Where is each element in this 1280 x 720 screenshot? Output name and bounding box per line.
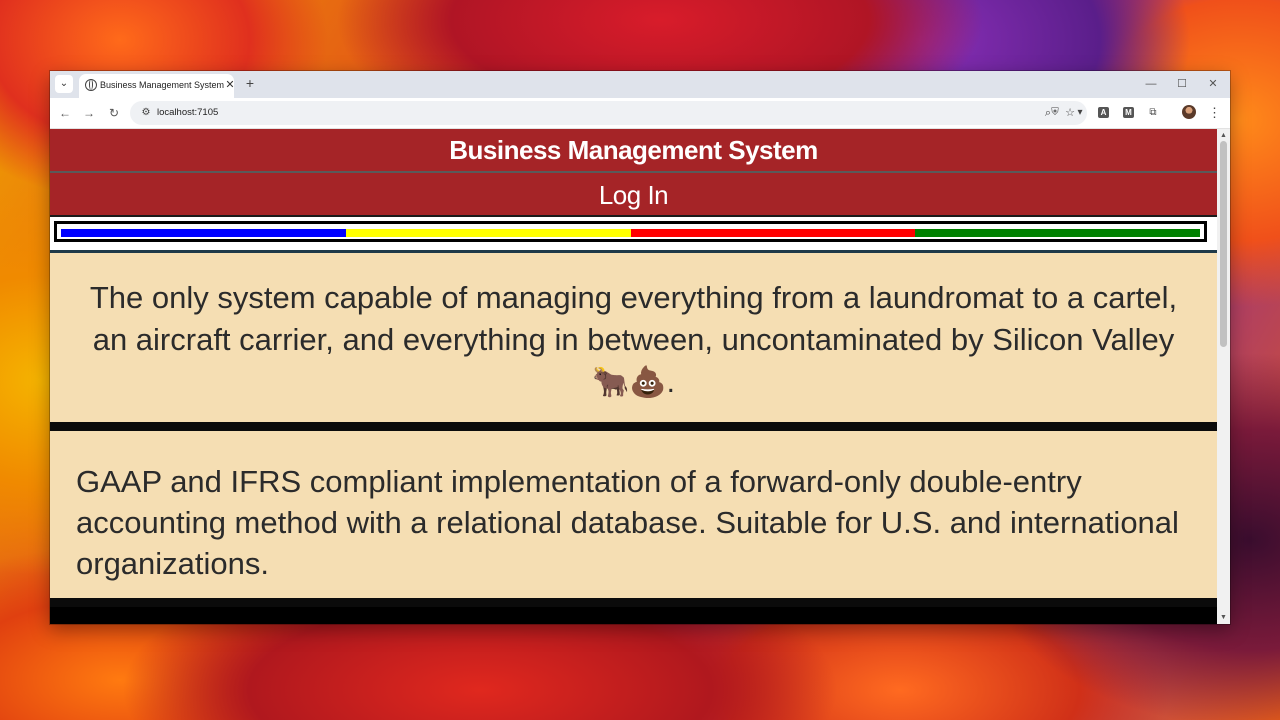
browser-toolbar: ← → ↻ ⚙ localhost:7105 ⌕ ☆ ⛨ ▾ A M ⧉ ⋮	[50, 98, 1230, 129]
stripe-frame	[54, 221, 1207, 242]
close-tab-icon[interactable]: ✕	[223, 78, 237, 92]
vue-extension-icon[interactable]: ▾	[1072, 105, 1088, 121]
stripe-yellow	[345, 229, 631, 237]
menu-icon[interactable]: ⋮	[1208, 104, 1221, 122]
description-panel: GAAP and IFRS compliant implementation o…	[50, 431, 1217, 607]
extension-m-icon[interactable]: M	[1123, 107, 1134, 118]
scroll-down-icon[interactable]: ▼	[1219, 613, 1228, 622]
page-viewport: Business Management System Log In The on…	[50, 129, 1217, 624]
tagline-panel: The only system capable of managing ever…	[50, 253, 1217, 431]
back-icon[interactable]: ←	[56, 104, 74, 122]
reload-icon[interactable]: ↻	[105, 104, 123, 122]
extension-a-icon[interactable]: A	[1098, 107, 1109, 118]
url-text[interactable]: localhost:7105	[157, 107, 218, 118]
tab-title: Business Management System	[100, 80, 225, 90]
stripe-green	[915, 229, 1200, 237]
avatar[interactable]	[1182, 105, 1196, 119]
page-scrollbar[interactable]: ▲ ▼	[1217, 129, 1230, 624]
site-info-icon[interactable]: ⚙	[138, 105, 154, 121]
login-link[interactable]: Log In	[50, 173, 1217, 217]
tagline-text: The only system capable of managing ever…	[89, 280, 1178, 357]
stripe-blue	[61, 229, 346, 237]
new-tab-button[interactable]: +	[241, 74, 259, 92]
address-bar[interactable]: ⚙ localhost:7105 ⌕ ☆	[130, 101, 1087, 125]
color-stripe	[50, 217, 1217, 253]
close-window-button[interactable]: ✕	[1205, 76, 1221, 92]
minimize-button[interactable]: —	[1143, 76, 1159, 92]
stripe-red	[630, 229, 916, 237]
tab-strip: ⌄ Business Management System ✕ + — ☐ ✕	[50, 71, 1230, 98]
puzzle-icon[interactable]: ⧉	[1145, 105, 1161, 121]
stripe-bar	[61, 229, 1200, 237]
description-text: GAAP and IFRS compliant implementation o…	[76, 464, 1179, 581]
browser-window: ⌄ Business Management System ✕ + — ☐ ✕ ←…	[50, 71, 1230, 624]
tagline-emoji: 🐂💩.	[591, 366, 676, 399]
tab-search-icon[interactable]: ⌄	[55, 75, 73, 93]
scroll-thumb[interactable]	[1220, 141, 1227, 347]
maximize-button[interactable]: ☐	[1174, 76, 1190, 92]
forward-icon[interactable]: →	[80, 104, 98, 122]
shield-extension-icon[interactable]: ⛨	[1047, 105, 1063, 121]
globe-icon	[85, 79, 97, 91]
page-title: Business Management System	[50, 129, 1217, 173]
scroll-up-icon[interactable]: ▲	[1219, 131, 1228, 140]
browser-tab[interactable]: Business Management System ✕	[79, 74, 237, 98]
